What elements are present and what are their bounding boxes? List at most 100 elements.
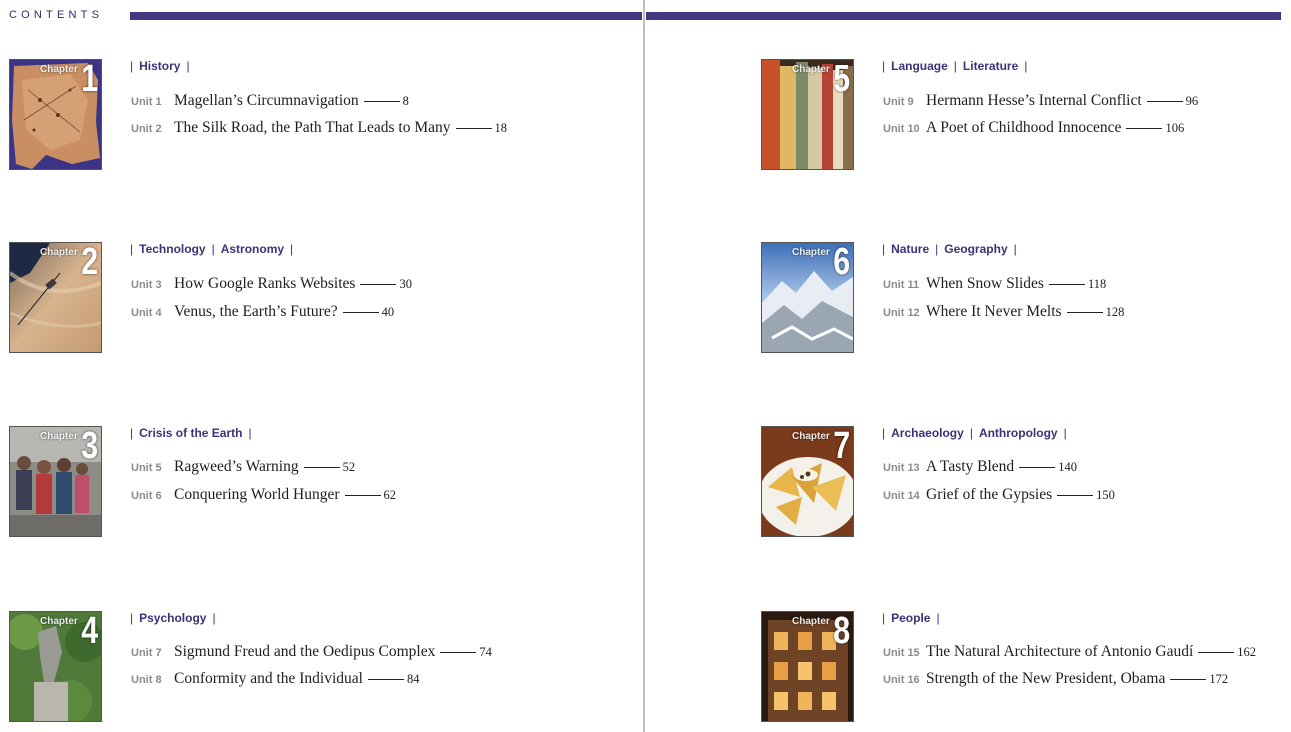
unit-title[interactable]: How Google Ranks Websites (174, 275, 355, 292)
category-label[interactable]: Literature (963, 59, 1018, 73)
unit-number: Unit 9 (883, 96, 914, 108)
unit-title[interactable]: A Poet of Childhood Innocence (926, 119, 1121, 136)
leader-line (342, 311, 379, 313)
unit-title[interactable]: A Tasty Blend (926, 458, 1014, 475)
unit-title[interactable]: Conquering World Hunger (174, 486, 340, 503)
unit-entry[interactable]: Unit 16 Strength of the New President, Ob… (883, 670, 1228, 688)
unit-number: Unit 5 (131, 462, 162, 474)
page-number: 106 (1165, 121, 1185, 135)
unit-number: Unit 7 (131, 647, 162, 659)
unit-entry[interactable]: Unit 12 Where It Never Melts 128 (883, 303, 1124, 321)
chapter-categories: | Language | Literature | (882, 59, 1028, 73)
unit-title[interactable]: Hermann Hesse’s Internal Conflict (926, 92, 1142, 109)
chapter-number: 8 (833, 611, 850, 652)
satellite-planet-photo-icon[interactable]: Chapter 2 (9, 242, 102, 353)
unit-entry[interactable]: Unit 9 Hermann Hesse’s Internal Conflict 9… (883, 92, 1198, 110)
page-number: 150 (1096, 488, 1115, 502)
page-number: 52 (342, 460, 356, 474)
chapter-word: Chapter (40, 431, 78, 442)
leader-line (1019, 466, 1056, 468)
chapter-categories: | History | (130, 59, 190, 73)
leader-line (1198, 651, 1235, 653)
page-spread-divider (643, 0, 645, 732)
old-map-photo-icon[interactable]: Chapter 1 (9, 59, 102, 170)
page-number: 128 (1105, 305, 1125, 319)
unit-title[interactable]: Conformity and the Individual (174, 670, 363, 687)
unit-number: Unit 14 (883, 490, 920, 502)
unit-entry[interactable]: Unit 4 Venus, the Earth’s Future? 40 (131, 303, 394, 321)
nachos-photo-icon[interactable]: Chapter 7 (761, 426, 854, 537)
lit-building-photo-icon[interactable]: Chapter 8 (761, 611, 854, 722)
unit-number: Unit 6 (131, 490, 162, 502)
chapter-word: Chapter (792, 431, 830, 442)
unit-number: Unit 4 (131, 307, 162, 319)
unit-number: Unit 12 (883, 307, 920, 319)
unit-title[interactable]: The Natural Architecture of Antonio Gaud… (926, 643, 1193, 660)
unit-entry[interactable]: Unit 1 Magellan’s Circumnavigation 8 (131, 92, 409, 110)
unit-entry[interactable]: Unit 10 A Poet of Childhood Innocence 106 (883, 119, 1184, 137)
chapter-categories: | Crisis of the Earth | (130, 426, 252, 440)
unit-entry[interactable]: Unit 2 The Silk Road, the Path That Leads… (131, 119, 507, 137)
page-number: 162 (1237, 645, 1257, 659)
leader-line (1048, 283, 1085, 285)
leader-line (1170, 678, 1207, 680)
category-label[interactable]: Nature (891, 242, 929, 256)
unit-title[interactable]: Where It Never Melts (926, 303, 1062, 320)
category-label[interactable]: Psychology (139, 611, 206, 625)
leader-line (1126, 127, 1163, 129)
chapter-word: Chapter (40, 616, 78, 627)
header-accent-bar-left (130, 12, 642, 20)
chapter-number: 3 (81, 426, 98, 467)
leader-line (303, 466, 340, 468)
unit-entry[interactable]: Unit 15 The Natural Architecture of Anton… (883, 643, 1256, 661)
unit-title[interactable]: Strength of the New President, Obama (926, 670, 1165, 687)
unit-number: Unit 10 (883, 123, 920, 135)
category-label[interactable]: History (139, 59, 180, 73)
unit-number: Unit 16 (883, 674, 920, 686)
chapter-number: 5 (833, 59, 850, 100)
category-label[interactable]: Astronomy (221, 242, 284, 256)
unit-title[interactable]: Ragweed’s Warning (174, 458, 299, 475)
category-label[interactable]: Archaeology (891, 426, 964, 440)
unit-entry[interactable]: Unit 3 How Google Ranks Websites 30 (131, 275, 412, 293)
books-photo-icon[interactable]: Chapter 5 (761, 59, 854, 170)
unit-entry[interactable]: Unit 6 Conquering World Hunger 62 (131, 486, 396, 504)
unit-entry[interactable]: Unit 8 Conformity and the Individual 84 (131, 670, 419, 688)
crowd-photo-icon[interactable]: Chapter 3 (9, 426, 102, 537)
unit-title[interactable]: Sigmund Freud and the Oedipus Complex (174, 643, 435, 660)
leader-line (455, 127, 492, 129)
unit-title[interactable]: Magellan’s Circumnavigation (174, 92, 359, 109)
category-label[interactable]: Technology (139, 242, 205, 256)
category-label[interactable]: Language (891, 59, 948, 73)
chapter-categories: | Psychology | (130, 611, 216, 625)
chapter-word: Chapter (40, 64, 78, 75)
page-number: 118 (1087, 277, 1107, 291)
chapter-number: 7 (833, 426, 850, 467)
unit-entry[interactable]: Unit 13 A Tasty Blend 140 (883, 458, 1077, 476)
chapter-number: 2 (81, 242, 98, 283)
unit-entry[interactable]: Unit 5 Ragweed’s Warning 52 (131, 458, 355, 476)
unit-title[interactable]: Venus, the Earth’s Future? (174, 303, 338, 320)
page-number: 8 (402, 94, 409, 108)
snowy-mountains-photo-icon[interactable]: Chapter 6 (761, 242, 854, 353)
leader-line (344, 494, 381, 496)
unit-entry[interactable]: Unit 7 Sigmund Freud and the Oedipus Comp… (131, 643, 492, 661)
unit-number: Unit 15 (883, 647, 920, 659)
unit-title[interactable]: The Silk Road, the Path That Leads to Ma… (174, 119, 451, 136)
unit-number: Unit 13 (883, 462, 920, 474)
leader-line (1066, 311, 1103, 313)
unit-entry[interactable]: Unit 14 Grief of the Gypsies 150 (883, 486, 1115, 504)
chapter-word: Chapter (792, 616, 830, 627)
category-label[interactable]: Geography (944, 242, 1007, 256)
contents-heading: CONTENTS (9, 9, 104, 21)
statue-photo-icon[interactable]: Chapter 4 (9, 611, 102, 722)
category-label[interactable]: People (891, 611, 930, 625)
unit-title[interactable]: When Snow Slides (926, 275, 1044, 292)
chapter-categories: | Technology | Astronomy | (130, 242, 294, 256)
unit-entry[interactable]: Unit 11 When Snow Slides 118 (883, 275, 1106, 293)
category-label[interactable]: Crisis of the Earth (139, 426, 242, 440)
category-label[interactable]: Anthropology (979, 426, 1058, 440)
unit-number: Unit 8 (131, 674, 162, 686)
unit-number: Unit 1 (131, 96, 162, 108)
unit-title[interactable]: Grief of the Gypsies (926, 486, 1052, 503)
